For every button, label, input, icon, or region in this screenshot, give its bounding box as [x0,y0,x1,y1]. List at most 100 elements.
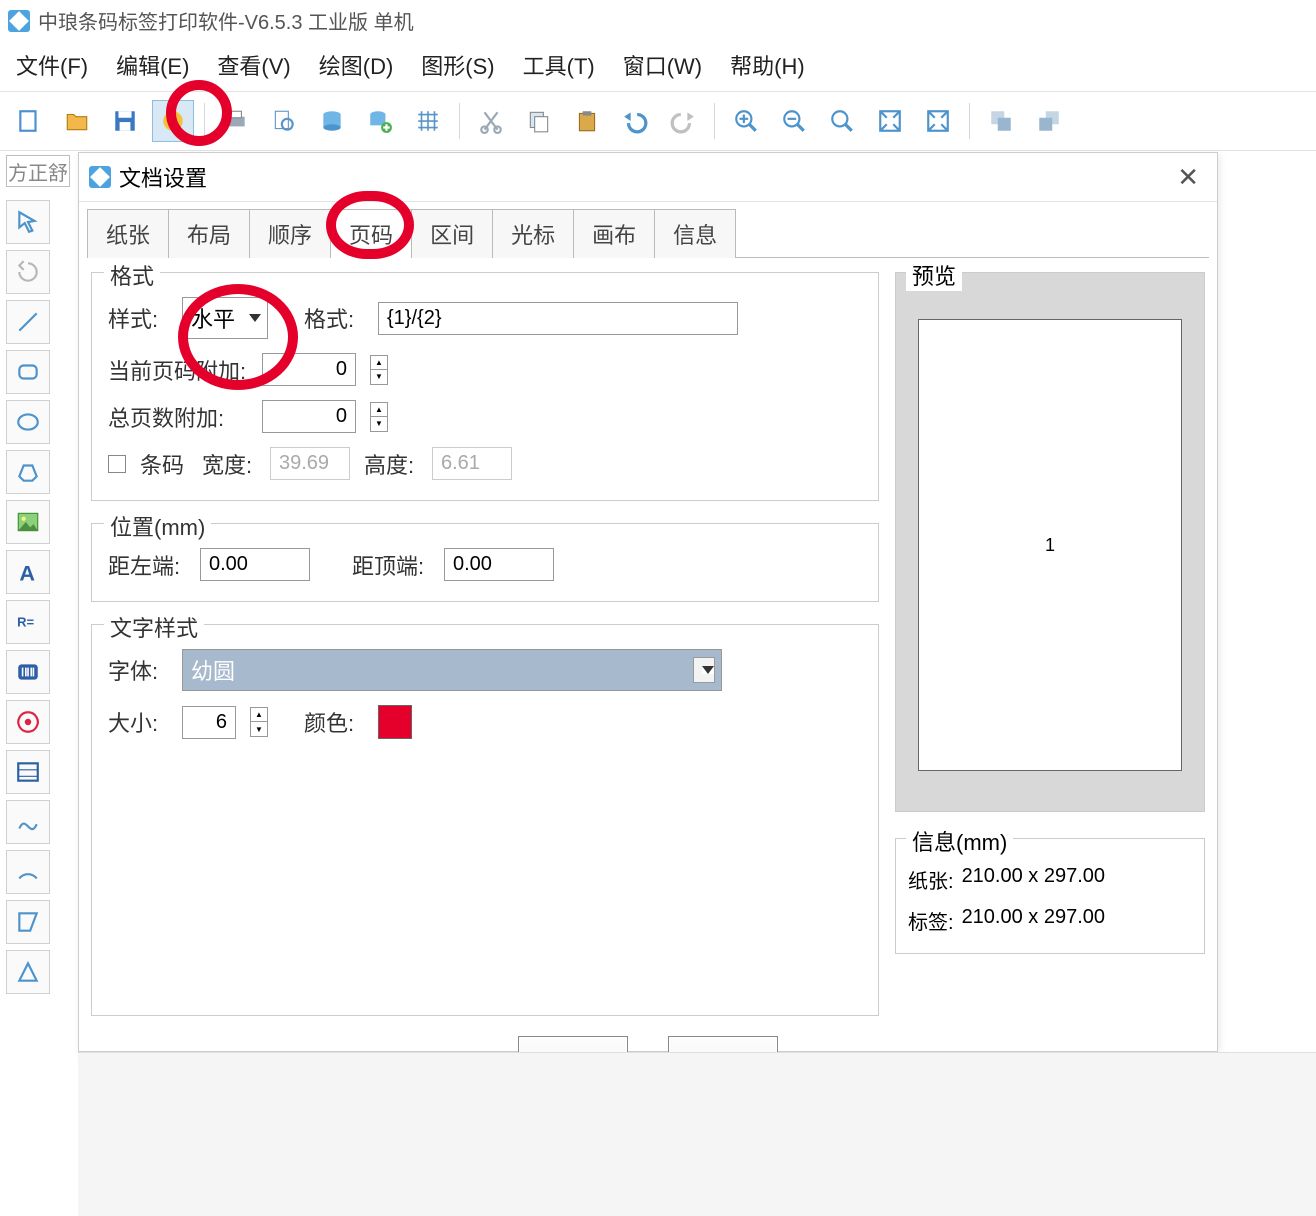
undo-icon[interactable] [614,100,656,142]
close-icon[interactable]: ✕ [1169,162,1207,193]
left-label: 距左端: [108,549,186,581]
ellipse-icon[interactable] [6,400,50,444]
chevron-down-icon [702,666,714,674]
tab-paper[interactable]: 纸张 [87,209,169,258]
redo-icon[interactable] [662,100,704,142]
save-icon[interactable] [104,100,146,142]
menu-bar: 文件(F) 编辑(E) 查看(V) 绘图(D) 图形(S) 工具(T) 窗口(W… [0,41,1316,91]
preview-group: 预览 1 [895,272,1205,812]
left-toolbar: A R= [6,200,52,994]
layers2-icon[interactable] [1028,100,1070,142]
total-spinner[interactable]: ▲▼ [370,402,388,432]
dialog-titlebar: 文档设置 ✕ [79,153,1217,202]
tab-layout[interactable]: 布局 [168,209,250,258]
separator-icon [459,103,460,139]
database-add-icon[interactable] [359,100,401,142]
zoom-in-icon[interactable] [725,100,767,142]
style-label: 样式: [108,302,168,334]
left-input[interactable] [200,548,310,581]
tab-info[interactable]: 信息 [654,209,736,258]
qrcode-icon[interactable] [6,700,50,744]
tab-range[interactable]: 区间 [411,209,493,258]
menu-view[interactable]: 查看(V) [217,49,290,81]
font-value: 幼圆 [191,654,235,686]
size-spinner[interactable]: ▲▼ [250,707,268,737]
open-icon[interactable] [56,100,98,142]
canvas-area [78,1052,1316,1216]
tab-canvas[interactable]: 画布 [573,209,655,258]
format-input[interactable] [378,302,738,335]
total-label: 总页数附加: [108,401,248,433]
color-label: 颜色: [304,706,364,738]
pointer-icon[interactable] [6,200,50,244]
triangle-icon[interactable] [6,950,50,994]
database-icon[interactable] [311,100,353,142]
arc-icon[interactable] [6,850,50,894]
fit-width-icon[interactable] [917,100,959,142]
gear-icon[interactable] [152,100,194,142]
grid-icon[interactable] [407,100,449,142]
curpage-label: 当前页码附加: [108,354,248,386]
separator-icon [204,103,205,139]
font-select[interactable]: 幼圆 [182,649,722,691]
separator-icon [714,103,715,139]
menu-window[interactable]: 窗口(W) [623,49,702,81]
shape-icon[interactable] [6,900,50,944]
text-icon[interactable]: A [6,550,50,594]
roundrect-icon[interactable] [6,350,50,394]
line-icon[interactable] [6,300,50,344]
preview-page: 1 [918,319,1182,771]
top-label: 距顶端: [352,549,430,581]
print-icon[interactable] [215,100,257,142]
size-label: 大小: [108,706,168,738]
textstyle-legend: 文字样式 [104,611,204,643]
style-select[interactable]: 水平 [182,297,268,339]
separator-icon [969,103,970,139]
tab-page-number[interactable]: 页码 [330,209,412,258]
top-input[interactable] [444,548,554,581]
barcode-icon[interactable] [6,650,50,694]
dialog-tabs: 纸张 布局 顺序 页码 区间 光标 画布 信息 [87,208,1209,258]
app-icon [8,10,30,32]
height-input [432,447,512,480]
polygon-icon[interactable] [6,450,50,494]
position-group: 位置(mm) 距左端: 距顶端: [91,523,879,602]
layers-icon[interactable] [980,100,1022,142]
richtext-icon[interactable]: R= [6,600,50,644]
paste-icon[interactable] [566,100,608,142]
print-preview-icon[interactable] [263,100,305,142]
menu-tools[interactable]: 工具(T) [523,49,595,81]
menu-edit[interactable]: 编辑(E) [116,49,189,81]
font-tab[interactable]: 方正舒 [6,155,70,187]
tab-order[interactable]: 顺序 [249,209,331,258]
color-swatch[interactable] [378,705,412,739]
paper-label: 纸张: [908,865,954,894]
menu-draw[interactable]: 绘图(D) [319,49,394,81]
curpage-input[interactable] [262,353,356,386]
cut-icon[interactable] [470,100,512,142]
barcode-checkbox[interactable] [108,455,126,473]
font-label: 字体: [108,654,168,686]
height-label: 高度: [364,448,418,480]
new-doc-icon[interactable] [8,100,50,142]
paper-value: 210.00 x 297.00 [962,865,1105,894]
table-icon[interactable] [6,750,50,794]
document-settings-dialog: 文档设置 ✕ 纸张 布局 顺序 页码 区间 光标 画布 信息 格式 样式: 水平… [78,152,1218,1052]
zoom-out-icon[interactable] [773,100,815,142]
total-input[interactable] [262,400,356,433]
rotate-icon[interactable] [6,250,50,294]
tab-cursor[interactable]: 光标 [492,209,574,258]
zoom-icon[interactable] [821,100,863,142]
fit-page-icon[interactable] [869,100,911,142]
menu-shape[interactable]: 图形(S) [421,49,494,81]
image-icon[interactable] [6,500,50,544]
copy-icon[interactable] [518,100,560,142]
menu-file[interactable]: 文件(F) [16,49,88,81]
curpage-spinner[interactable]: ▲▼ [370,355,388,385]
size-input[interactable] [182,706,236,739]
menu-help[interactable]: 帮助(H) [730,49,805,81]
preview-legend: 预览 [906,259,962,291]
barcode-label: 条码 [140,448,188,480]
info-legend: 信息(mm) [906,825,1013,857]
curve-icon[interactable] [6,800,50,844]
